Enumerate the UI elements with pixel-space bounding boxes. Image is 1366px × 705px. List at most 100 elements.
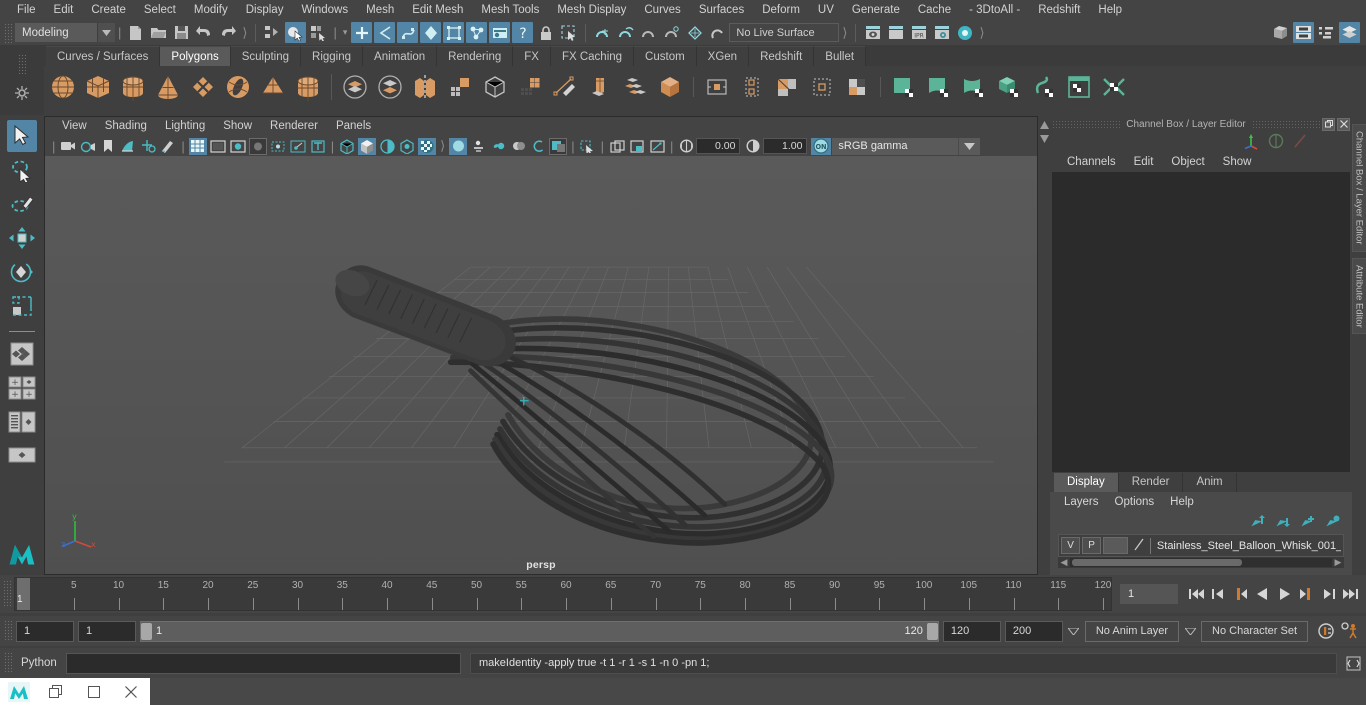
depth-of-field-icon[interactable] [509,138,527,155]
paste-view-icon[interactable] [628,138,646,155]
multi-cut-icon[interactable] [548,70,582,104]
separate-icon[interactable] [373,70,407,104]
uv-automatic-icon[interactable] [992,70,1026,104]
channel-box-icon[interactable] [1339,22,1360,43]
range-bar[interactable]: 1 120 [140,620,939,642]
grease-pencil-icon[interactable] [159,138,177,155]
redo-render-icon[interactable] [885,22,906,43]
shelf-tab-bullet[interactable]: Bullet [814,46,867,66]
reduce-icon[interactable] [513,70,547,104]
script-editor-icon[interactable] [1344,654,1362,672]
gate-mask-icon[interactable] [248,137,267,155]
bookmark-icon[interactable] [99,138,117,155]
step-forward-frame-icon[interactable] [1296,584,1316,604]
channelbox-show-menu[interactable]: Show [1214,152,1261,172]
make-live-icon[interactable] [707,22,728,43]
grid-icon[interactable] [188,137,207,155]
axis-manip-icon[interactable] [1242,132,1260,153]
poly-prism-icon[interactable] [291,70,325,104]
viewport-menu-lighting[interactable]: Lighting [156,117,214,136]
render-settings-icon[interactable] [931,22,952,43]
maya-app-icon[interactable] [7,681,30,702]
channel-box-attribute-list[interactable] [1052,172,1350,472]
shelf-grip[interactable] [18,54,26,74]
motion-blur-icon[interactable] [469,138,487,155]
snap-to-center-magnet-icon[interactable] [661,22,682,43]
poly-plane-icon[interactable] [186,70,220,104]
menu-3dtoall[interactable]: - 3DtoAll - [960,0,1029,20]
time-slider[interactable]: 1 5 10 15 20 25 30 35 40 45 50 55 60 65 70 75 80 85 90 95 1… [14,577,1112,611]
status-line-grip[interactable] [4,22,12,43]
new-layer-from-selected-icon[interactable] [1325,515,1340,531]
shelf-options-gear-icon[interactable] [15,86,29,103]
shadows-icon[interactable] [418,137,437,155]
command-language-label[interactable]: Python [15,657,63,669]
menu-mesh-display[interactable]: Mesh Display [548,0,635,20]
go-to-start-icon[interactable] [1186,584,1206,604]
vtab-channel-box-layer-editor[interactable]: Channel Box / Layer Editor [1351,124,1366,252]
exposure-field[interactable]: 0.00 [696,138,741,154]
move-tool[interactable] [7,222,37,254]
layer-list[interactable]: V P Stainless_Steel_Balloon_Whisk_001_la [1058,534,1344,557]
snap-to-grid-icon[interactable] [351,22,373,43]
transform-component-icon[interactable] [735,70,769,104]
range-start-handle[interactable] [141,622,152,640]
animation-end-field[interactable]: 200 [1004,620,1063,642]
xray-joints-icon[interactable] [289,138,307,155]
close-icon[interactable] [1337,117,1351,131]
uv-unfold-icon[interactable] [1027,70,1061,104]
select-tool-mode-icon[interactable] [558,22,579,43]
move-layer-down-icon[interactable] [1275,515,1290,531]
use-all-lights-icon[interactable] [398,138,416,155]
snap-to-grids-magnet-icon[interactable] [592,22,613,43]
smooth-shade-icon[interactable] [358,137,377,155]
play-backwards-icon[interactable] [1252,584,1272,604]
shelf-tab-redshift[interactable]: Redshift [749,46,815,66]
layer-help-menu[interactable]: Help [1162,492,1202,512]
shelf-tab-polygons[interactable]: Polygons [160,46,231,66]
color-space-select[interactable]: sRGB gamma [832,137,959,155]
current-frame-field[interactable]: 1 [1120,584,1178,604]
step-back-keyframe-icon[interactable] [1208,584,1228,604]
viewport-menu-show[interactable]: Show [214,117,261,136]
menu-modify[interactable]: Modify [185,0,237,20]
uv-planar-icon[interactable] [887,70,921,104]
redo-icon[interactable] [217,22,238,43]
shelf-tab-fx-caching[interactable]: FX Caching [550,46,635,66]
snap-to-points-magnet-icon[interactable] [638,22,659,43]
channelbox-object-menu[interactable]: Object [1162,152,1213,172]
layer-color-swatch[interactable] [1103,537,1128,554]
boolean-icon[interactable] [478,70,512,104]
copy-view-icon[interactable] [608,138,626,155]
auto-keyframe-icon[interactable] [1316,621,1336,641]
animation-start-field[interactable]: 1 [16,620,74,642]
uv-cylindrical-icon[interactable] [922,70,956,104]
scroll-down-arrow[interactable] [1039,134,1049,146]
attribute-editor-icon[interactable] [1293,22,1314,43]
channel-box-title-grip-left[interactable] [1052,120,1121,128]
quick-layout-four-view[interactable]: + + + [7,372,37,404]
snap-to-view-plane-icon[interactable] [443,22,465,43]
range-slider-grip[interactable] [4,620,12,642]
shelf-tab-custom[interactable]: Custom [634,46,697,66]
layers-menu[interactable]: Layers [1056,492,1107,512]
render-view-icon[interactable] [489,22,511,43]
camera-attributes-icon[interactable] [79,138,97,155]
multisample-icon[interactable] [489,138,507,155]
layer-scroll-track[interactable] [1070,558,1332,567]
menu-uv[interactable]: UV [809,0,843,20]
poly-sphere-icon[interactable] [46,70,80,104]
center-pivot-icon[interactable] [700,70,734,104]
menu-surfaces[interactable]: Surfaces [690,0,753,20]
combine-icon[interactable] [338,70,372,104]
shelf-tab-sculpting[interactable]: Sculpting [230,46,302,66]
slash-icon[interactable] [1292,133,1308,152]
tab-display[interactable]: Display [1054,473,1119,492]
extrude-icon[interactable] [583,70,617,104]
select-by-object-icon[interactable] [285,22,307,43]
open-scene-icon[interactable] [148,22,169,43]
shelf-tab-fx[interactable]: FX [513,46,551,66]
layer-options-menu[interactable]: Options [1107,492,1163,512]
menu-select[interactable]: Select [135,0,185,20]
scroll-up-arrow[interactable] [1039,120,1049,132]
